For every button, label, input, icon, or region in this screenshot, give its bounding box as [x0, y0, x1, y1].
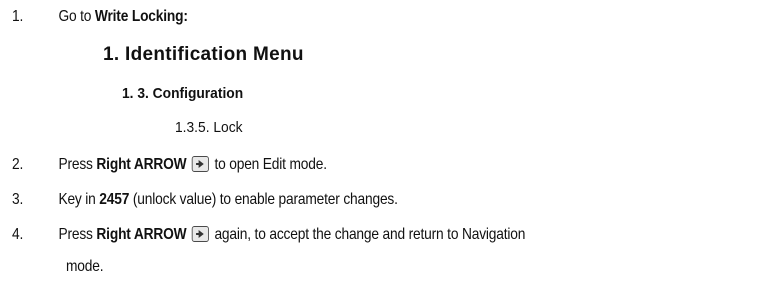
menu-level-2: 1. 3. Configuration: [122, 85, 244, 102]
step-number: 2.: [12, 156, 24, 173]
step-text-suffix: (unlock value) to enable parameter chang…: [129, 191, 398, 208]
step-bold-term: Right ARROW: [96, 156, 187, 173]
step-bold-term: 2457: [99, 191, 130, 208]
step-bold-term: Write Locking:: [94, 8, 188, 25]
step-text-prefix: Go to: [58, 8, 95, 25]
step-number: 1.: [12, 8, 24, 25]
menu-level-1: 1. Identification Menu: [103, 44, 304, 65]
right-arrow-key-icon: [191, 226, 210, 242]
step-text-suffix: to open Edit mode.: [210, 156, 327, 173]
step-text-suffix: again, to accept the change and return t…: [210, 226, 526, 243]
step-text: Press Right ARROW again, to accept the c…: [58, 225, 525, 245]
step-text: Press Right ARROW to open Edit mode.: [58, 155, 327, 175]
step-number: 4.: [12, 226, 24, 243]
instruction-document: 1. Go to Write Locking: 1. Identificatio…: [0, 0, 771, 290]
step-text-prefix: Key in: [58, 191, 100, 208]
step-text: Key in 2457 (unlock value) to enable par…: [58, 190, 398, 210]
menu-level-3: 1.3.5. Lock: [175, 119, 243, 136]
right-arrow-key-icon: [191, 156, 210, 172]
step-text: Go to Write Locking:: [58, 7, 188, 27]
step-text-prefix: Press: [58, 226, 97, 243]
step-text-prefix: Press: [58, 156, 97, 173]
step-number: 3.: [12, 191, 24, 208]
step-bold-term: Right ARROW: [96, 226, 187, 243]
step-4-continuation: mode.: [66, 258, 104, 275]
